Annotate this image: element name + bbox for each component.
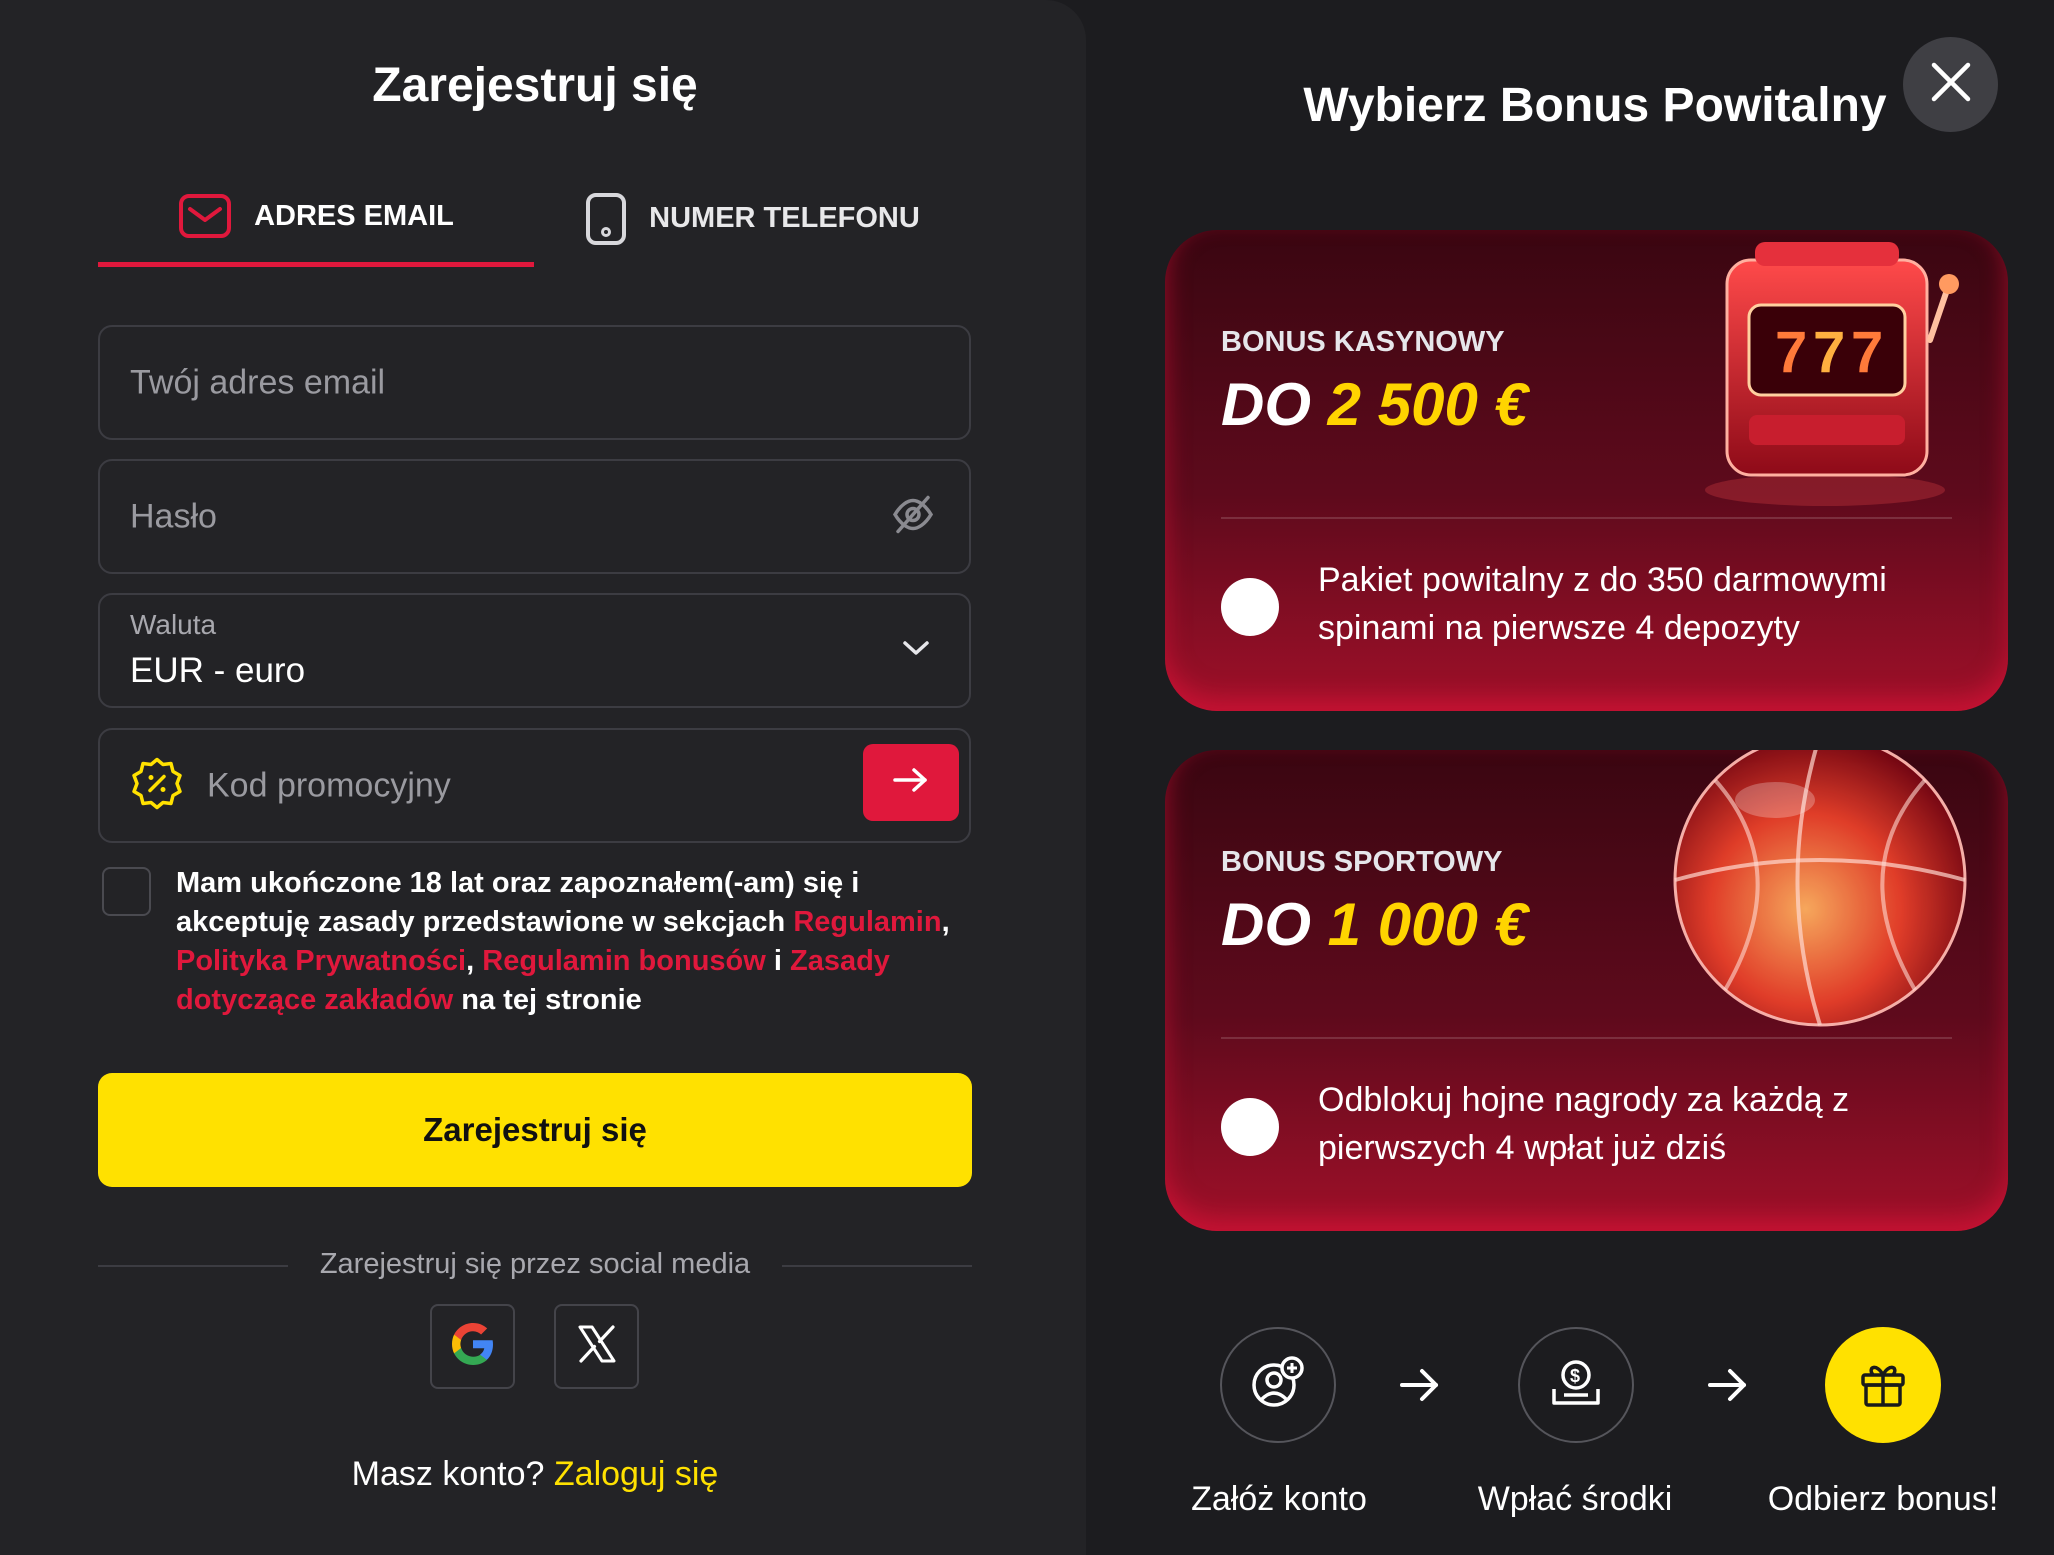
google-icon [449, 1320, 497, 1373]
tab-email-label: ADRES EMAIL [254, 199, 454, 232]
tab-phone[interactable]: NUMER TELEFONU [534, 170, 971, 267]
x-login-button[interactable] [554, 1304, 639, 1389]
login-link[interactable]: Zaloguj się [554, 1455, 718, 1493]
sports-bonus-radio[interactable] [1221, 1098, 1279, 1156]
gift-icon [1857, 1357, 1909, 1414]
x-logo-icon [575, 1322, 619, 1371]
bonus-kind: BONUS KASYNOWY [1221, 326, 1505, 358]
step-label: Załóż konto [1191, 1480, 1367, 1518]
login-prompt: Masz konto? Zaloguj się [0, 1455, 1070, 1494]
bonus-description: Odblokuj hojne nagrody za każdą z pierws… [1318, 1081, 1850, 1167]
password-placeholder: Hasło [130, 497, 217, 535]
link-privacy-policy[interactable]: Polityka Prywatności [176, 945, 466, 977]
currency-label: Waluta [130, 609, 217, 640]
arrow-right-icon [1706, 1365, 1750, 1410]
bonus-title: Wybierz Bonus Powitalny [1303, 79, 1887, 132]
amount-value: 2 500 € [1327, 371, 1528, 438]
bonus-description: Pakiet powitalny z do 350 darmowymi spin… [1318, 561, 1887, 647]
svg-text:7: 7 [1813, 320, 1845, 385]
terms-separator: i [765, 945, 790, 977]
promo-code-field[interactable]: Kod promocyjny [98, 728, 971, 843]
email-field[interactable]: Twój adres email [98, 325, 971, 440]
deposit-icon: $ [1550, 1357, 1602, 1414]
register-button[interactable]: Zarejestruj się [98, 1073, 972, 1187]
link-bonus-rules[interactable]: Regulamin bonusów [482, 945, 766, 977]
step-create-account [1220, 1327, 1336, 1443]
registration-modal: Zarejestruj się ADRES EMAIL NUMER TELEFO… [0, 0, 2054, 1555]
amount-value: 1 000 € [1327, 891, 1528, 958]
casino-bonus-card[interactable]: 7 7 7 BONUS KASYNOWY DO 2 500 € Pakiet p… [1165, 230, 2008, 711]
add-user-icon [1250, 1355, 1306, 1416]
register-tabs: ADRES EMAIL NUMER TELEFONU [98, 170, 971, 267]
bonus-steps: $ Załóż konto Wpłać środki Odbierz bonus… [1180, 1327, 2030, 1527]
password-field[interactable]: Hasło [98, 459, 971, 574]
svg-text:7: 7 [1775, 320, 1807, 385]
casino-bonus-radio[interactable] [1221, 578, 1279, 636]
bonus-amount: DO 2 500 € [1221, 370, 1528, 439]
sports-bonus-card[interactable]: BONUS SPORTOWY DO 1 000 € Odblokuj hojne… [1165, 750, 2008, 1231]
login-question: Masz konto? [351, 1455, 545, 1493]
divider-line [782, 1265, 972, 1267]
svg-text:$: $ [1570, 1366, 1580, 1386]
currency-select[interactable]: Waluta EUR - euro [98, 593, 971, 708]
currency-value: EUR - euro [130, 651, 306, 690]
amount-prefix: DO [1221, 371, 1311, 438]
google-login-button[interactable] [430, 1304, 515, 1389]
phone-icon [585, 192, 627, 246]
tab-email[interactable]: ADRES EMAIL [98, 170, 534, 267]
terms-text: Mam ukończone 18 lat oraz zapoznałem(-am… [176, 864, 976, 1020]
chevron-down-icon [901, 637, 931, 664]
card-divider [1221, 1037, 1952, 1039]
amount-prefix: DO [1221, 891, 1311, 958]
discount-badge-icon [130, 756, 184, 815]
terms-separator: , [941, 906, 950, 938]
register-title: Zarejestruj się [372, 59, 698, 112]
card-divider [1221, 517, 1952, 519]
close-button[interactable] [1903, 37, 1998, 132]
step-label: Wpłać środki [1477, 1480, 1673, 1518]
bonus-amount: DO 1 000 € [1221, 890, 1528, 959]
email-placeholder: Twój adres email [130, 363, 386, 401]
arrow-right-icon [891, 765, 931, 800]
slot-machine-icon: 7 7 7 [1665, 230, 1985, 515]
arrow-right-icon [1398, 1365, 1442, 1410]
apply-promo-button[interactable] [863, 744, 959, 821]
promo-placeholder: Kod promocyjny [207, 766, 451, 804]
link-regulamin[interactable]: Regulamin [793, 906, 941, 938]
eye-off-icon[interactable] [891, 492, 935, 541]
terms-checkbox[interactable] [102, 867, 151, 916]
step-label: Odbierz bonus! [1767, 1480, 1999, 1518]
svg-text:7: 7 [1851, 320, 1883, 385]
bonus-kind: BONUS SPORTOWY [1221, 846, 1503, 878]
step-deposit: $ [1518, 1327, 1634, 1443]
step-claim-bonus [1825, 1327, 1941, 1443]
tab-phone-label: NUMER TELEFONU [649, 202, 920, 234]
terms-separator: , [466, 945, 483, 977]
terms-text-part: na tej stronie [453, 984, 642, 1016]
mail-icon [178, 193, 232, 239]
terms-text-part: Mam ukończone 18 lat oraz zapoznałem(-am… [176, 867, 860, 938]
basketball-icon [1655, 750, 1975, 1045]
registration-panel: Zarejestruj się ADRES EMAIL NUMER TELEFO… [0, 0, 1086, 1555]
close-icon [1929, 60, 1973, 109]
social-divider: Zarejestruj się przez social media [98, 1248, 972, 1282]
